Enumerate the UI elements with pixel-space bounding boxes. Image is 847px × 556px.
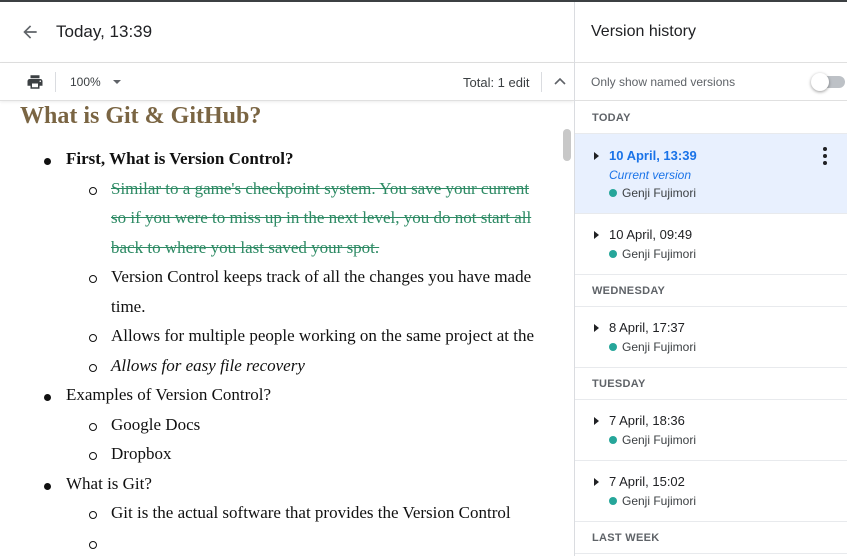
document-line: Git is the actual software that provides… [111, 503, 511, 522]
author-name: Genji Fujimori [622, 247, 697, 261]
expand-triangle-icon[interactable] [594, 231, 599, 239]
author-name: Genji Fujimori [622, 433, 697, 447]
document-line: time. [111, 296, 146, 316]
editor-header: Today, 13:39 [0, 2, 574, 63]
toolbar: 100% Total: 1 edit [0, 63, 574, 101]
version-date: 7 April, 18:36 [609, 413, 685, 428]
author-color-dot [609, 497, 617, 505]
current-version-label: Current version [609, 168, 692, 182]
sub-bullet-marker [89, 511, 97, 519]
document-scrollbar[interactable] [563, 129, 571, 161]
version-date: 8 April, 17:37 [609, 320, 685, 335]
document-line: Allows for easy file recovery [111, 355, 305, 375]
caret-down-icon [112, 79, 121, 84]
named-versions-row: Only show named versions [575, 63, 847, 101]
bullet-marker [44, 394, 51, 401]
sub-bullet-marker [89, 363, 97, 372]
kebab-dot [823, 147, 827, 151]
bullet-marker [44, 482, 51, 490]
back-button[interactable] [0, 2, 60, 63]
version-item[interactable]: 10 April, 13:39 Current version Genji Fuji… [575, 134, 847, 214]
sub-bullet-marker [89, 422, 97, 431]
author-name: Genji Fujimori [622, 340, 697, 354]
expand-triangle-icon[interactable] [594, 478, 599, 486]
more-vert-icon[interactable] [819, 147, 831, 165]
version-section-header: TUESDAY [575, 368, 847, 400]
document-heading: What is Git & GitHub? [20, 103, 262, 129]
version-history-title: Version history [575, 2, 847, 63]
version-section-header: TODAY [575, 102, 847, 134]
print-button[interactable] [21, 68, 49, 96]
author-name: Genji Fujimori [622, 494, 697, 508]
kebab-dot [823, 161, 827, 165]
version-list: TODAY 10 April, 13:39 Current version Genji… [575, 102, 847, 554]
document-line: Allows for multiple people working on th… [111, 326, 535, 345]
version-author: Genji Fujimori [609, 494, 696, 508]
version-author: Genji Fujimori [609, 340, 696, 354]
printer-icon [27, 74, 43, 89]
sub-bullet-marker [89, 540, 97, 549]
document-line: What is Git? [66, 473, 152, 493]
version-item[interactable]: 10 April, 09:49 Genji Fujimori [575, 214, 847, 275]
version-date: 7 April, 15:02 [609, 474, 685, 489]
page-title: Today, 13:39 [56, 22, 153, 41]
sub-bullet-marker [89, 334, 97, 342]
document-line: Google Docs [111, 414, 201, 434]
author-color-dot [609, 436, 617, 444]
toggle-knob [811, 73, 829, 91]
version-item[interactable]: 7 April, 15:02 Genji Fujimori [575, 461, 847, 522]
sub-bullet-marker [89, 186, 97, 195]
document-line: First, What is Version Control? [66, 149, 294, 168]
sub-bullet-marker [89, 452, 97, 460]
document-line: Version Control keeps track of all the c… [111, 267, 532, 286]
kebab-dot [823, 154, 827, 158]
document-pane: Today, 13:39 100% Total: 1 edit What is … [0, 2, 574, 556]
total-edits-label: Total: 1 edit [463, 75, 530, 90]
zoom-value: 100% [70, 74, 101, 89]
author-name: Genji Fujimori [622, 186, 697, 200]
zoom-select[interactable]: 100% [70, 75, 121, 89]
toolbar-divider [55, 71, 56, 92]
version-history-panel: Version history Only show named versions… [574, 2, 847, 556]
author-color-dot [609, 343, 617, 351]
version-author: Genji Fujimori [609, 186, 696, 200]
named-versions-toggle[interactable] [811, 73, 845, 91]
version-author: Genji Fujimori [609, 433, 696, 447]
document-body[interactable]: What is Git & GitHub? First, What is Ver… [0, 102, 574, 556]
expand-triangle-icon[interactable] [594, 324, 599, 332]
version-item[interactable]: 8 April, 17:37 Genji Fujimori [575, 307, 847, 368]
chevron-up-icon [554, 77, 566, 85]
author-color-dot [609, 189, 617, 197]
document-line: Dropbox [111, 444, 172, 463]
expand-triangle-icon[interactable] [594, 152, 599, 160]
version-section-header: LAST WEEK [575, 522, 847, 554]
toolbar-divider [541, 72, 542, 92]
version-author: Genji Fujimori [609, 247, 696, 261]
version-date: 10 April, 13:39 [609, 148, 697, 163]
document-line: back to where you last saved your spot. [111, 237, 380, 257]
named-versions-label: Only show named versions [591, 74, 736, 89]
expand-triangle-icon[interactable] [594, 417, 599, 425]
author-color-dot [609, 250, 617, 258]
sub-bullet-marker [89, 275, 97, 283]
version-date: 10 April, 09:49 [609, 227, 693, 242]
collapse-details-button[interactable] [551, 71, 569, 91]
document-line: Examples of Version Control? [66, 385, 272, 404]
version-section-header: WEDNESDAY [575, 275, 847, 307]
version-item[interactable]: 7 April, 18:36 Genji Fujimori [575, 400, 847, 461]
bullet-marker [44, 158, 51, 165]
document-line: Similar to a game's checkpoint system. Y… [111, 178, 530, 198]
document-line: so if you were to miss up in the next le… [111, 208, 532, 227]
arrow-left-icon [23, 25, 37, 39]
